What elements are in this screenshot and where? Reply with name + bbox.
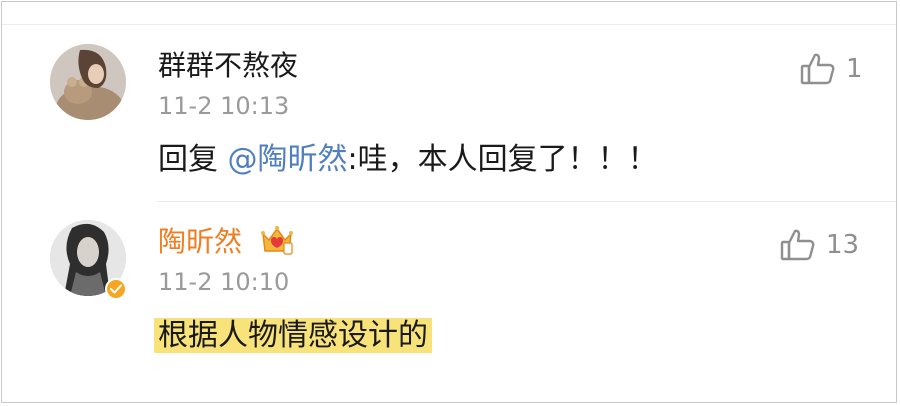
verified-badge-icon	[105, 278, 127, 300]
crown-vip-icon	[260, 224, 294, 260]
divider	[157, 201, 896, 202]
like-button[interactable]: 13	[780, 228, 859, 262]
like-button[interactable]: 1	[800, 52, 863, 86]
username[interactable]: 陶昕然	[158, 222, 242, 262]
thumbs-up-icon	[800, 52, 836, 86]
mention-link[interactable]: @陶昕然	[228, 142, 348, 177]
highlighted-text: 根据人物情感设计的	[154, 318, 432, 353]
timestamp: 11-2 10:13	[158, 92, 290, 120]
avatar[interactable]	[50, 44, 126, 120]
comment-text: 根据人物情感设计的	[154, 316, 432, 356]
username[interactable]: 群群不熬夜	[158, 46, 298, 86]
like-count: 13	[826, 230, 860, 260]
comment-text: 回复 @陶昕然:哇，本人回复了！！！	[158, 140, 658, 180]
divider	[2, 24, 896, 25]
reply-prefix: 回复	[158, 142, 228, 177]
thumbs-up-icon	[780, 228, 816, 262]
like-count: 1	[846, 54, 863, 84]
timestamp: 11-2 10:10	[158, 268, 290, 296]
reply-text: :哇，本人回复了！！！	[347, 142, 658, 177]
comment-thread: 群群不熬夜 11-2 10:13 回复 @陶昕然:哇，本人回复了！！！ 1 陶昕…	[1, 1, 897, 403]
